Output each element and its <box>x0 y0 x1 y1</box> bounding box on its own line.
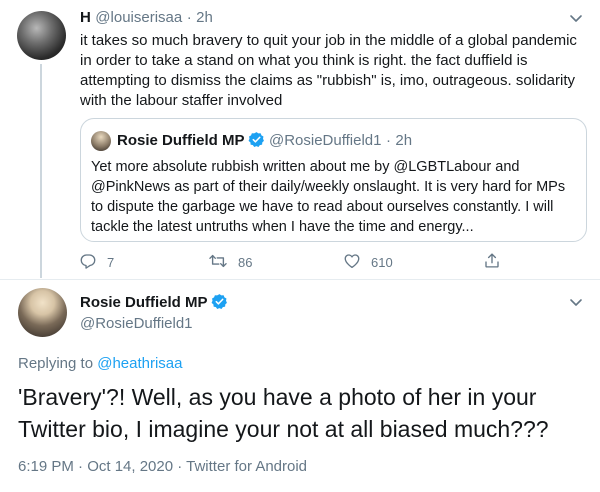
tweet-divider <box>0 279 600 280</box>
verified-badge-icon <box>248 131 265 148</box>
avatar-rosieduffield1[interactable] <box>18 288 67 337</box>
reply-tweet-header: H @louiserisaa · 2h <box>80 9 213 27</box>
quoted-tweet-header: Rosie Duffield MP @RosieDuffield1 · 2h <box>117 131 412 150</box>
reply-tweet-handle[interactable]: @louiserisaa <box>95 9 182 26</box>
reply-tweet-author-name[interactable]: H <box>80 9 91 26</box>
main-tweet-text: 'Bravery'?! Well, as you have a photo of… <box>18 384 549 442</box>
verified-badge-icon <box>211 293 228 310</box>
main-tweet-name-row: Rosie Duffield MP <box>80 293 228 312</box>
reply-tweet-time[interactable]: 2h <box>196 9 213 26</box>
like-button[interactable]: 610 <box>343 252 393 273</box>
reply-tweet-text: it takes so much bravery to quit your jo… <box>80 32 577 109</box>
reply-count: 7 <box>107 255 115 270</box>
heart-icon <box>343 252 361 273</box>
reply-icon <box>79 252 97 273</box>
quoted-tweet-handle: @RosieDuffield1 <box>268 132 382 149</box>
share-button[interactable] <box>483 251 501 273</box>
like-count: 610 <box>371 255 393 270</box>
retweet-button[interactable]: 86 <box>208 252 252 273</box>
retweet-icon <box>208 252 228 273</box>
thread-connector-line <box>40 64 42 278</box>
share-icon <box>483 251 501 273</box>
replying-to-label: Replying to <box>18 355 94 372</box>
main-tweet-handle[interactable]: @RosieDuffield1 <box>80 315 193 332</box>
reply-tweet-separator: · <box>186 9 192 26</box>
quoted-tweet-separator: · <box>385 132 391 149</box>
replying-to-handle-link[interactable]: @heathrisaa <box>97 355 182 372</box>
main-tweet-author-name[interactable]: Rosie Duffield MP <box>80 294 208 311</box>
chevron-down-icon[interactable] <box>568 10 584 31</box>
chevron-down-icon[interactable] <box>568 294 584 315</box>
replying-to-line: Replying to @heathrisaa <box>18 355 183 372</box>
quoted-tweet-text: Yet more absolute rubbish written about … <box>91 159 566 235</box>
retweet-count: 86 <box>238 255 253 270</box>
quoted-tweet-author-name: Rosie Duffield MP <box>117 132 245 149</box>
main-tweet-timestamp[interactable]: 6:19 PM · Oct 14, 2020 · Twitter for And… <box>18 458 307 475</box>
quoted-tweet-time: 2h <box>395 132 413 149</box>
avatar-louiserisaa[interactable] <box>17 11 66 60</box>
reply-button[interactable]: 7 <box>79 252 114 273</box>
quoted-tweet-avatar <box>91 131 111 151</box>
